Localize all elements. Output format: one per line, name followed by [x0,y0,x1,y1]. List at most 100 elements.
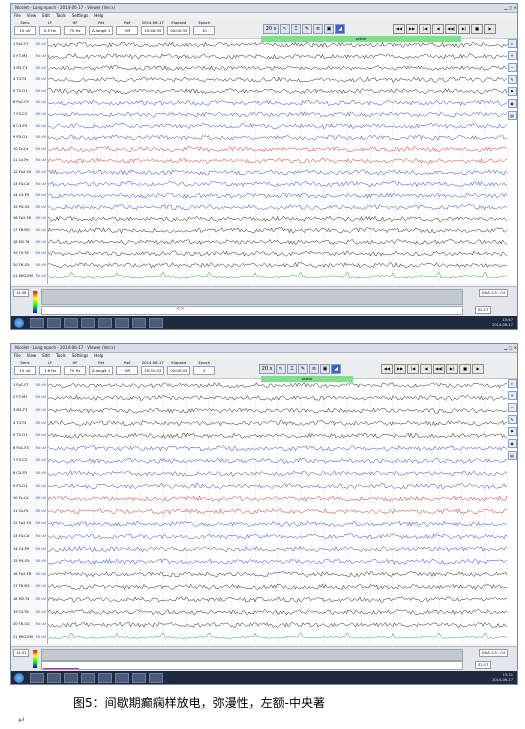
lf-field[interactable]: LF 0.5 Hz [39,20,61,35]
taskbar-app-1[interactable] [30,672,44,683]
page-back-button[interactable]: ◀ [432,24,444,34]
channel-sensitivity[interactable]: 50 uV [36,170,46,175]
measure-icon[interactable]: ⌶ [291,24,301,34]
flag-icon[interactable]: ⚑ [507,87,517,96]
cursor-icon[interactable]: ↖ [280,24,290,34]
taskbar-app-5[interactable] [98,672,112,683]
channel-sensitivity[interactable]: 50 uV [36,395,46,400]
channel-sensitivity[interactable]: 50 uV [36,484,46,489]
channel-sensitivity[interactable]: 50 uV [36,635,46,640]
channel-label[interactable]: 11 Cz-Pz 50 uV [13,509,46,514]
page-back-button[interactable]: ◀ [420,364,432,374]
channel-label[interactable]: 21 EKG-EM 50 uV [13,635,46,640]
page-end-button[interactable]: ▶| [458,24,470,34]
channel-sensitivity[interactable]: 50 uV [36,584,46,589]
channel-sensitivity[interactable]: 50 uV [36,421,46,426]
channel-sensitivity[interactable]: 50 uV [36,572,46,577]
channel-label[interactable]: 9 P3-O1 50 uV [13,484,46,489]
channel-sensitivity[interactable]: 50 uV [36,89,46,94]
channel-label[interactable]: 19 T4-T6 50 uV [13,251,46,256]
system-clock[interactable]: 15:47 2014-06-17 [492,318,513,327]
zoom-in-icon[interactable]: + [507,51,517,60]
measure-icon[interactable]: ⌶ [287,364,297,374]
channel-sensitivity[interactable]: 50 uV [36,205,46,210]
ref-field[interactable]: Ref Off [116,360,139,375]
channel-label[interactable]: 4 T3-T5 50 uV [13,77,46,82]
channel-sensitivity[interactable]: 50 uV [36,42,46,47]
folder-icon[interactable]: ▤ [507,451,517,460]
rewind-button[interactable]: ◀◀ [393,24,405,34]
stop-button[interactable]: ■ [471,24,483,34]
trend-strip[interactable] [41,649,463,661]
ref-field[interactable]: Ref Off [116,20,139,35]
system-clock[interactable]: 15:31 2014-06-17 [492,673,513,682]
channel-sensitivity[interactable]: 50 uV [36,433,46,438]
taskbar-app-3[interactable] [64,317,78,328]
channel-sensitivity[interactable]: 50 uV [36,228,46,233]
channel-sensitivity[interactable]: 50 uV [36,597,46,602]
montage-icon[interactable]: ≡ [309,364,319,374]
spectrum-icon[interactable]: ◢ [331,364,341,374]
taskbar-app-7[interactable] [132,672,146,683]
eeg-traces[interactable] [48,39,508,284]
zoom-out-icon[interactable]: − [507,403,517,412]
eeg-trace-area[interactable]: active 1 Fp1-F7 50 uV 2 F7-M1 50 uV 3 M1-T3 5… [11,36,517,284]
channel-label[interactable]: 2 F7-M1 50 uV [13,395,46,400]
channel-label[interactable]: 6 Fp1-F3 50 uV [13,100,46,105]
timeline-scrollbar[interactable] [41,306,463,315]
folder-icon[interactable]: ▤ [507,111,517,120]
pattern-field[interactable]: Pat A-longit 1 [89,20,114,35]
channel-sensitivity[interactable]: 50 uV [36,240,46,245]
channel-label[interactable]: 13 F4-C4 50 uV [13,182,46,187]
taskbar-app-8[interactable] [149,672,163,683]
channel-sensitivity[interactable]: 50 uV [36,216,46,221]
zoom-in-icon[interactable]: + [507,391,517,400]
page-start-button[interactable]: |◀ [419,24,431,34]
channel-label[interactable]: 15 P4-O2 50 uV [13,559,46,564]
montage-icon[interactable]: ≡ [313,24,323,34]
channel-sensitivity[interactable]: 50 uV [36,77,46,82]
channel-label[interactable]: 12 Fp2-F4 50 uV [13,170,46,175]
channel-label[interactable]: 14 C4-P4 50 uV [13,193,46,198]
channel-label[interactable]: 16 Fp2-F8 50 uV [13,572,46,577]
channel-label[interactable]: 20 T6-O2 50 uV [13,263,46,268]
timeline-cursor-icon[interactable]: <> [176,306,186,313]
channel-sensitivity[interactable]: 50 uV [36,458,46,463]
eeg-trace-area[interactable]: active 1 Fp1-F7 50 uV 2 F7-M1 50 uV 3 M1-T3 5… [11,376,517,644]
taskbar-app-3[interactable] [64,672,78,683]
timeline-cursor[interactable] [43,661,79,669]
hf-field[interactable]: HF 70 Hz [64,20,86,35]
montage-label[interactable]: DSA: C3 - C4 [479,289,509,297]
page-step-button[interactable]: ◀◀| [445,24,457,34]
taskbar-app-6[interactable] [115,672,129,683]
channel-label[interactable]: 5 T5-O1 50 uV [13,433,46,438]
channel-sensitivity[interactable]: 50 uV [36,559,46,564]
window-controls[interactable]: ▁ ▢ ✕ [504,4,517,12]
channel-label[interactable]: 2 F7-M1 50 uV [13,54,46,59]
channel-label[interactable]: 21 EKG-EM 50 uV [13,274,46,279]
channel-sensitivity[interactable]: 50 uV [36,147,46,152]
channel-label[interactable]: 14 C4-P4 50 uV [13,547,46,552]
channel-sensitivity[interactable]: 50 uV [36,610,46,615]
channel-label[interactable]: 3 M1-T3 50 uV [13,66,46,71]
hf-field[interactable]: HF 70 Hz [64,360,86,375]
channel-sensitivity[interactable]: 50 uV [36,251,46,256]
channel-sensitivity[interactable]: 50 uV [36,135,46,140]
fast-forward-button[interactable]: ▶▶ [406,24,418,34]
channel-label[interactable]: 9 P3-O1 50 uV [13,135,46,140]
taskbar-app-2[interactable] [47,317,61,328]
taskbar-app-8[interactable] [149,317,163,328]
channel-label[interactable]: 4 T3-T5 50 uV [13,421,46,426]
timeline-scrollbar[interactable] [41,661,463,670]
channel-label[interactable]: 20 T6-O2 50 uV [13,622,46,627]
zoom-select[interactable]: 20 s [259,364,275,374]
channel-sensitivity[interactable]: 50 uV [36,274,46,279]
channel-sensitivity[interactable]: 50 uV [36,112,46,117]
search-icon[interactable]: ⌕ [507,379,517,388]
camera-icon[interactable]: ◉ [507,439,517,448]
channel-label[interactable]: 17 F8-M2 50 uV [13,584,46,589]
channel-label[interactable]: 12 Fp2-F4 50 uV [13,521,46,526]
channel-label[interactable]: 15 P4-O2 50 uV [13,205,46,210]
channel-sensitivity[interactable]: 50 uV [36,193,46,198]
lf-field[interactable]: LF 1.6 Hz [39,360,61,375]
